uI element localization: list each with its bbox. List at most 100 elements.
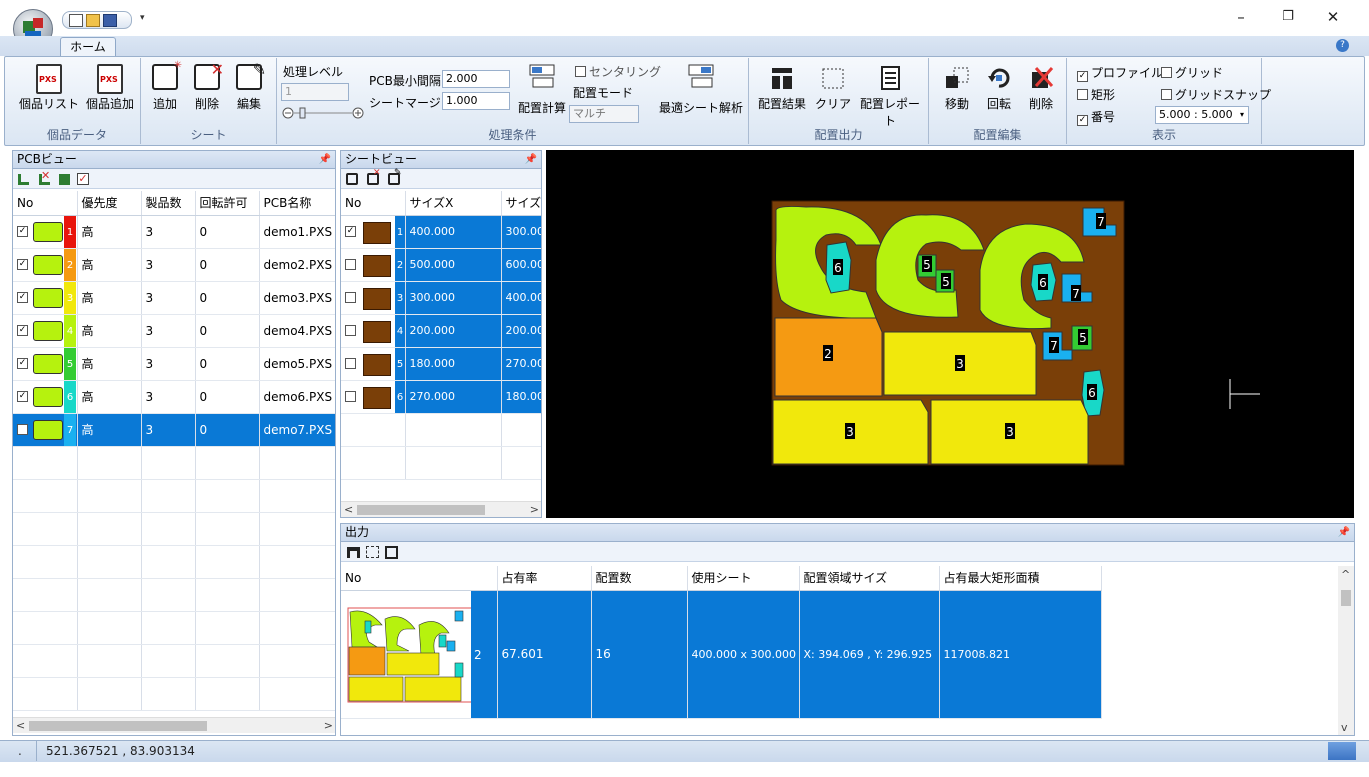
sheet-add-button[interactable]: ✳ 追加 [147, 60, 183, 112]
min-gap-input[interactable]: 2.000 [442, 70, 510, 88]
sheet-row[interactable]: 6 270.000 180.00 [341, 380, 541, 414]
col-size-x[interactable]: サイズX [405, 191, 502, 216]
sheet-row[interactable]: 2 500.000 600.00 [341, 248, 541, 282]
part-list-button[interactable]: PXS 個品リスト [16, 64, 82, 112]
sheet-row[interactable]: ✓ 1 400.000 300.00 [341, 215, 541, 249]
sheet-row[interactable]: 3 300.000 400.00 [341, 281, 541, 315]
pcb-checkbox[interactable]: ✓ [17, 258, 28, 270]
rect-checkbox[interactable]: 矩形 [1077, 86, 1115, 103]
pcb-checkbox[interactable]: ✓ [17, 390, 28, 402]
result-view-icon[interactable] [347, 547, 360, 558]
col-rotation[interactable]: 回転許可 [195, 191, 260, 216]
grid-checkbox[interactable]: グリッド [1161, 64, 1223, 81]
pcb-row[interactable]: ✓ 3 高 3 0 demo3.PXS [13, 281, 335, 315]
col-occupancy[interactable]: 占有率 [497, 566, 592, 591]
minimize-button[interactable]: – [1226, 6, 1256, 28]
layout-report-button[interactable]: 配置レポート [855, 64, 925, 129]
centering-checkbox[interactable]: センタリング [575, 63, 661, 80]
gridsnap-checkbox[interactable]: グリッドスナップ [1161, 86, 1271, 103]
compute-button[interactable]: 配置計算 [514, 62, 570, 115]
report-view-icon[interactable] [385, 546, 398, 559]
delete-pcb-icon[interactable]: ✕ [39, 169, 50, 185]
sheet-size-x: 400.000 [405, 215, 502, 249]
help-icon[interactable]: ? [1336, 39, 1349, 52]
pcb-row[interactable]: ✓ 1 高 3 0 demo1.PXS [13, 215, 335, 249]
layout-delete-button[interactable]: 削除 [1021, 64, 1061, 112]
col-area-size[interactable]: 配置領域サイズ [799, 566, 940, 591]
sheet-checkbox[interactable] [345, 291, 356, 303]
pcb-checkbox[interactable]: ✓ [17, 291, 28, 303]
col-count[interactable]: 製品数 [141, 191, 196, 216]
col-size-y[interactable]: サイズY [501, 191, 541, 216]
pcb-empty-row [13, 446, 335, 480]
pcb-checkbox[interactable]: ✓ [17, 324, 28, 336]
output-vscrollbar[interactable]: ^ v [1338, 566, 1354, 735]
sheet-row[interactable]: 5 180.000 270.00 [341, 347, 541, 381]
number-checkbox[interactable]: ✓ 番号 [1077, 108, 1115, 126]
col-max-rect[interactable]: 占有最大矩形面積 [939, 566, 1102, 591]
grid-view-icon[interactable] [366, 546, 379, 558]
col-placed[interactable]: 配置数 [591, 566, 688, 591]
pcb-row[interactable]: ✓ 7 高 3 0 demo7.PXS [13, 413, 335, 447]
close-button[interactable]: ✕ [1318, 6, 1348, 28]
clear-button[interactable]: クリア [813, 64, 853, 112]
profile-checkbox[interactable]: ✓ プロファイル [1077, 64, 1163, 82]
optimal-sheet-button[interactable]: 最適シート解析 [655, 62, 747, 115]
tab-home[interactable]: ホーム [60, 37, 116, 57]
sheet-row[interactable]: 4 200.000 200.00 [341, 314, 541, 348]
sheet-checkbox[interactable] [345, 258, 356, 270]
level-input[interactable]: 1 [281, 83, 349, 101]
new-file-icon[interactable] [69, 13, 83, 27]
move-button[interactable]: 移動 [937, 64, 977, 112]
col-sheet-no[interactable]: No [341, 191, 406, 216]
pcb-row[interactable]: ✓ 5 高 3 0 demo5.PXS [13, 347, 335, 381]
sheet-checkbox[interactable] [345, 324, 356, 336]
pcb-row[interactable]: ✓ 4 高 3 0 demo4.PXS [13, 314, 335, 348]
canvas-part-number: 7 [1097, 215, 1105, 229]
pcb-cell-count: 3 [141, 380, 196, 414]
remove-sheet-icon[interactable]: ✕ [367, 168, 381, 185]
canvas-part-number: 6 [834, 261, 842, 275]
pcb-row[interactable]: ✓ 2 高 3 0 demo2.PXS [13, 248, 335, 282]
pcb-row[interactable]: ✓ 6 高 3 0 demo6.PXS [13, 380, 335, 414]
col-out-no[interactable]: No [341, 566, 498, 591]
save-icon[interactable] [103, 13, 117, 27]
level-slider[interactable] [282, 106, 364, 120]
open-folder-icon[interactable] [86, 13, 100, 27]
col-pcb-name[interactable]: PCB名称 [259, 191, 335, 216]
canvas-part-number: 2 [824, 347, 832, 361]
grid-scale-select[interactable]: 5.000 : 5.000 ▾ [1155, 106, 1249, 124]
add-pcb-icon[interactable] [18, 174, 29, 185]
pcb-checkbox[interactable]: ✓ [17, 423, 28, 435]
pcb-checkbox[interactable]: ✓ [17, 225, 28, 237]
select-all-icon[interactable] [59, 174, 70, 185]
col-priority[interactable]: 優先度 [77, 191, 142, 216]
col-no[interactable]: No [13, 191, 78, 216]
edit-sheet-small-icon[interactable]: ✎ [388, 168, 402, 185]
sheet-checkbox[interactable] [345, 357, 356, 369]
margin-input[interactable]: 1.000 [442, 92, 510, 110]
pcb-cell-priority: 高 [77, 314, 142, 348]
layout-canvas[interactable]: 7655675723633 [546, 150, 1354, 518]
layout-result-button[interactable]: 配置結果 [753, 64, 811, 112]
check-all-icon[interactable]: ✓ [77, 173, 89, 185]
pcb-color-swatch: 4 [64, 314, 76, 346]
sheet-edit-button[interactable]: ✎ 編集 [231, 60, 267, 112]
pcb-checkbox[interactable]: ✓ [17, 357, 28, 369]
pcb-cell-priority: 高 [77, 347, 142, 381]
pcb-hscrollbar[interactable]: < > [13, 717, 335, 733]
restore-button[interactable]: ❐ [1273, 6, 1303, 28]
quick-access-dropdown[interactable]: ▾ [140, 13, 145, 23]
mode-select[interactable]: マルチ [569, 105, 639, 123]
new-sheet-icon[interactable] [346, 173, 358, 185]
pcb-color-swatch: 3 [64, 281, 76, 313]
sheet-hscrollbar[interactable]: < > [341, 501, 541, 517]
col-used-sheet[interactable]: 使用シート [687, 566, 800, 591]
rotate-button[interactable]: 回転 [979, 64, 1019, 112]
sheet-delete-button[interactable]: ✕ 削除 [189, 60, 225, 112]
ribbon-tab-strip [0, 36, 1369, 56]
part-add-button[interactable]: PXS 個品追加 [78, 64, 142, 112]
sheet-checkbox[interactable] [345, 390, 356, 402]
sheet-checkbox[interactable]: ✓ [345, 225, 356, 237]
output-row[interactable]: 2 67.601 16 400.000 x 300.000 X: 394.069… [341, 590, 1102, 719]
